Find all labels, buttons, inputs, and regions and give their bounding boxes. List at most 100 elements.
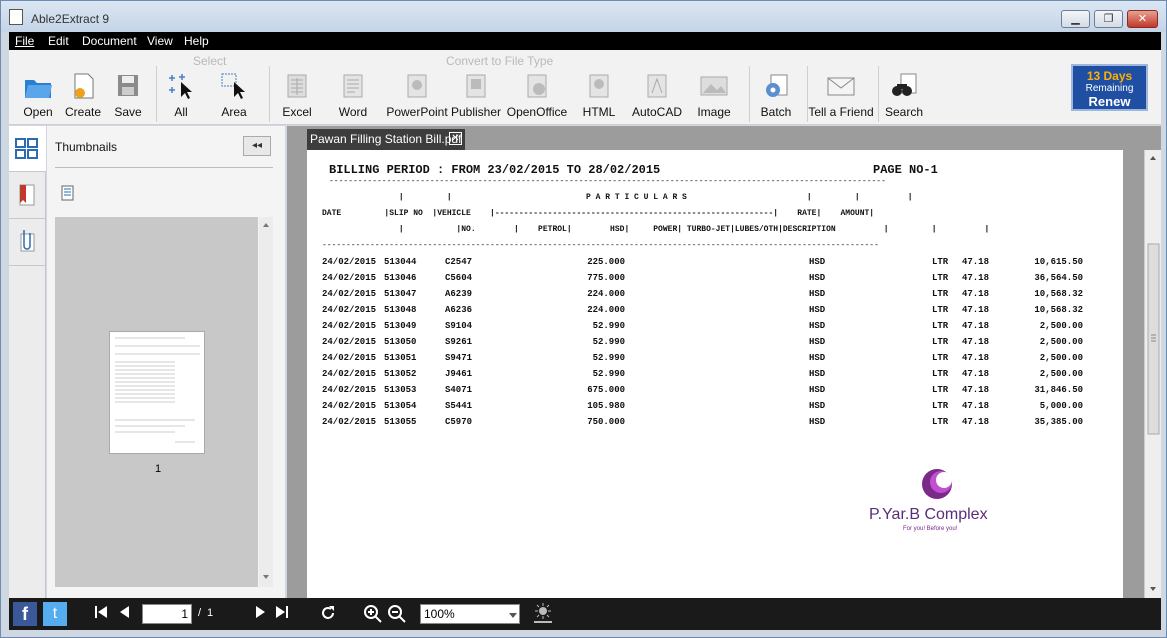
row-vehicle: C2547 xyxy=(445,257,473,267)
search-button[interactable]: Search xyxy=(874,72,934,122)
row-vehicle: S4071 xyxy=(445,385,473,395)
menu-document[interactable]: Document xyxy=(82,34,137,48)
last-page-icon[interactable] xyxy=(274,604,290,625)
attachments-tab[interactable] xyxy=(9,220,46,266)
first-page-icon[interactable] xyxy=(93,604,109,625)
row-vehicle: A6239 xyxy=(445,289,473,299)
row-date: 24/02/2015 xyxy=(322,337,377,347)
zoom-in-icon[interactable] xyxy=(363,604,383,629)
row-hsd-qty: 225.000 xyxy=(587,257,625,267)
row-date: 24/02/2015 xyxy=(322,417,377,427)
menu-file[interactable]: File xyxy=(15,34,34,48)
row-amount: 35,385.00 xyxy=(1034,417,1083,427)
page-list-icon[interactable] xyxy=(59,185,75,204)
days-remaining-count: 13 Days xyxy=(1086,69,1133,83)
row-amount: 10,615.50 xyxy=(1034,257,1083,267)
menu-edit[interactable]: Edit xyxy=(48,34,69,48)
app-window: Able2Extract 9 ▁ ❐ ✕ File Edit Document … xyxy=(0,0,1167,638)
toolbar: Select Convert to File Type Open Create … xyxy=(9,50,1161,125)
row-slip-no: 513054 xyxy=(384,401,417,411)
row-hsd-qty: 105.980 xyxy=(587,401,625,411)
row-description: HSD xyxy=(809,321,826,331)
row-description: HSD xyxy=(809,289,826,299)
table-row: 24/02/2015 513048 A6236 224.000 HSD LTR 47.18 1… xyxy=(307,305,1123,317)
minimize-button[interactable]: ▁ xyxy=(1061,10,1090,28)
image-icon xyxy=(699,72,729,100)
row-description: HSD xyxy=(809,417,826,427)
thumbnails-tab[interactable] xyxy=(9,126,46,172)
menu-view[interactable]: View xyxy=(147,34,173,48)
table-row: 24/02/2015 513052 J9461 52.990 HSD LTR 47.18 2,… xyxy=(307,369,1123,381)
separator-rule: ----------------------------------------… xyxy=(322,241,879,250)
row-slip-no: 513049 xyxy=(384,321,417,331)
table-row: 24/02/2015 513044 C2547 225.000 HSD LTR 47.18 1… xyxy=(307,257,1123,269)
app-icon xyxy=(9,9,23,25)
folder-icon xyxy=(23,72,53,100)
row-vehicle: S9104 xyxy=(445,321,473,331)
row-description: HSD xyxy=(809,369,826,379)
row-date: 24/02/2015 xyxy=(322,401,377,411)
convert-group-label: Convert to File Type xyxy=(446,54,554,68)
bookmarks-tab[interactable] xyxy=(9,173,46,219)
thumbnail-scrollbar[interactable] xyxy=(259,217,273,587)
rotate-icon[interactable] xyxy=(319,604,337,627)
close-button[interactable]: ✕ xyxy=(1127,10,1158,28)
zoom-select[interactable]: 100% xyxy=(420,604,520,624)
menu-help[interactable]: Help xyxy=(184,34,209,48)
document-tab[interactable]: Pawan Filling Station Bill.pdf ✕ xyxy=(307,129,465,150)
row-unit: LTR xyxy=(932,257,949,267)
convert-word-button[interactable]: Word xyxy=(323,72,383,122)
row-hsd-qty: 52.990 xyxy=(592,369,625,379)
row-slip-no: 513052 xyxy=(384,369,417,379)
row-amount: 10,568.32 xyxy=(1034,305,1083,315)
page-number-input[interactable]: 1 xyxy=(142,604,192,624)
row-slip-no: 513055 xyxy=(384,417,417,427)
binoculars-icon xyxy=(889,72,919,100)
row-date: 24/02/2015 xyxy=(322,321,377,331)
openoffice-icon xyxy=(522,72,552,100)
row-unit: LTR xyxy=(932,305,949,315)
row-hsd-qty: 224.000 xyxy=(587,305,625,315)
twitter-icon[interactable]: t xyxy=(43,602,67,626)
page-thumbnail[interactable] xyxy=(109,331,205,454)
facebook-icon[interactable]: f xyxy=(13,602,37,626)
powerpoint-icon xyxy=(402,72,432,100)
row-hsd-qty: 52.990 xyxy=(592,337,625,347)
row-slip-no: 513053 xyxy=(384,385,417,395)
maximize-button[interactable]: ❐ xyxy=(1094,10,1123,28)
row-hsd-qty: 52.990 xyxy=(592,321,625,331)
document-tab-title: Pawan Filling Station Bill.pdf xyxy=(310,132,462,146)
row-description: HSD xyxy=(809,257,826,267)
batch-button[interactable]: Batch xyxy=(746,72,806,122)
row-unit: LTR xyxy=(932,289,949,299)
bookmark-icon xyxy=(19,184,35,206)
row-slip-no: 513050 xyxy=(384,337,417,347)
brightness-icon[interactable] xyxy=(533,602,553,629)
side-nav xyxy=(9,126,46,598)
row-rate: 47.18 xyxy=(961,369,989,379)
chevron-down-icon[interactable] xyxy=(508,609,518,623)
row-hsd-qty: 775.000 xyxy=(587,273,625,283)
zoom-out-icon[interactable] xyxy=(387,604,407,629)
menu-bar: File Edit Document View Help xyxy=(9,32,1161,50)
close-tab-button[interactable]: ✕ xyxy=(449,132,462,145)
company-logo: P.Yar.B Complex For you! Before you! xyxy=(867,466,1007,536)
collapse-panel-button[interactable]: ◂◂ xyxy=(243,136,271,156)
row-rate: 47.18 xyxy=(961,385,989,395)
row-amount: 10,568.32 xyxy=(1034,289,1083,299)
divider xyxy=(55,167,273,168)
renew-trial-button[interactable]: 13 Days Remaining Renew xyxy=(1071,64,1148,111)
logo-text: P.Yar.B Complex xyxy=(869,506,988,523)
row-unit: LTR xyxy=(932,385,949,395)
row-vehicle: A6236 xyxy=(445,305,473,315)
status-bar: f t 1 / 1 100% xyxy=(9,598,1161,630)
row-vehicle: J9461 xyxy=(445,369,473,379)
logo-tagline: For you! Before you! xyxy=(903,526,958,532)
row-date: 24/02/2015 xyxy=(322,257,377,267)
thumbnails-panel: Thumbnails ◂◂ 1 xyxy=(47,126,285,598)
billing-period-header: BILLING PERIOD : FROM 23/02/2015 TO 28/0… xyxy=(329,163,661,177)
previous-page-icon[interactable] xyxy=(117,604,133,625)
document-scrollbar[interactable] xyxy=(1144,150,1161,598)
next-page-icon[interactable] xyxy=(252,604,268,625)
row-rate: 47.18 xyxy=(961,337,989,347)
